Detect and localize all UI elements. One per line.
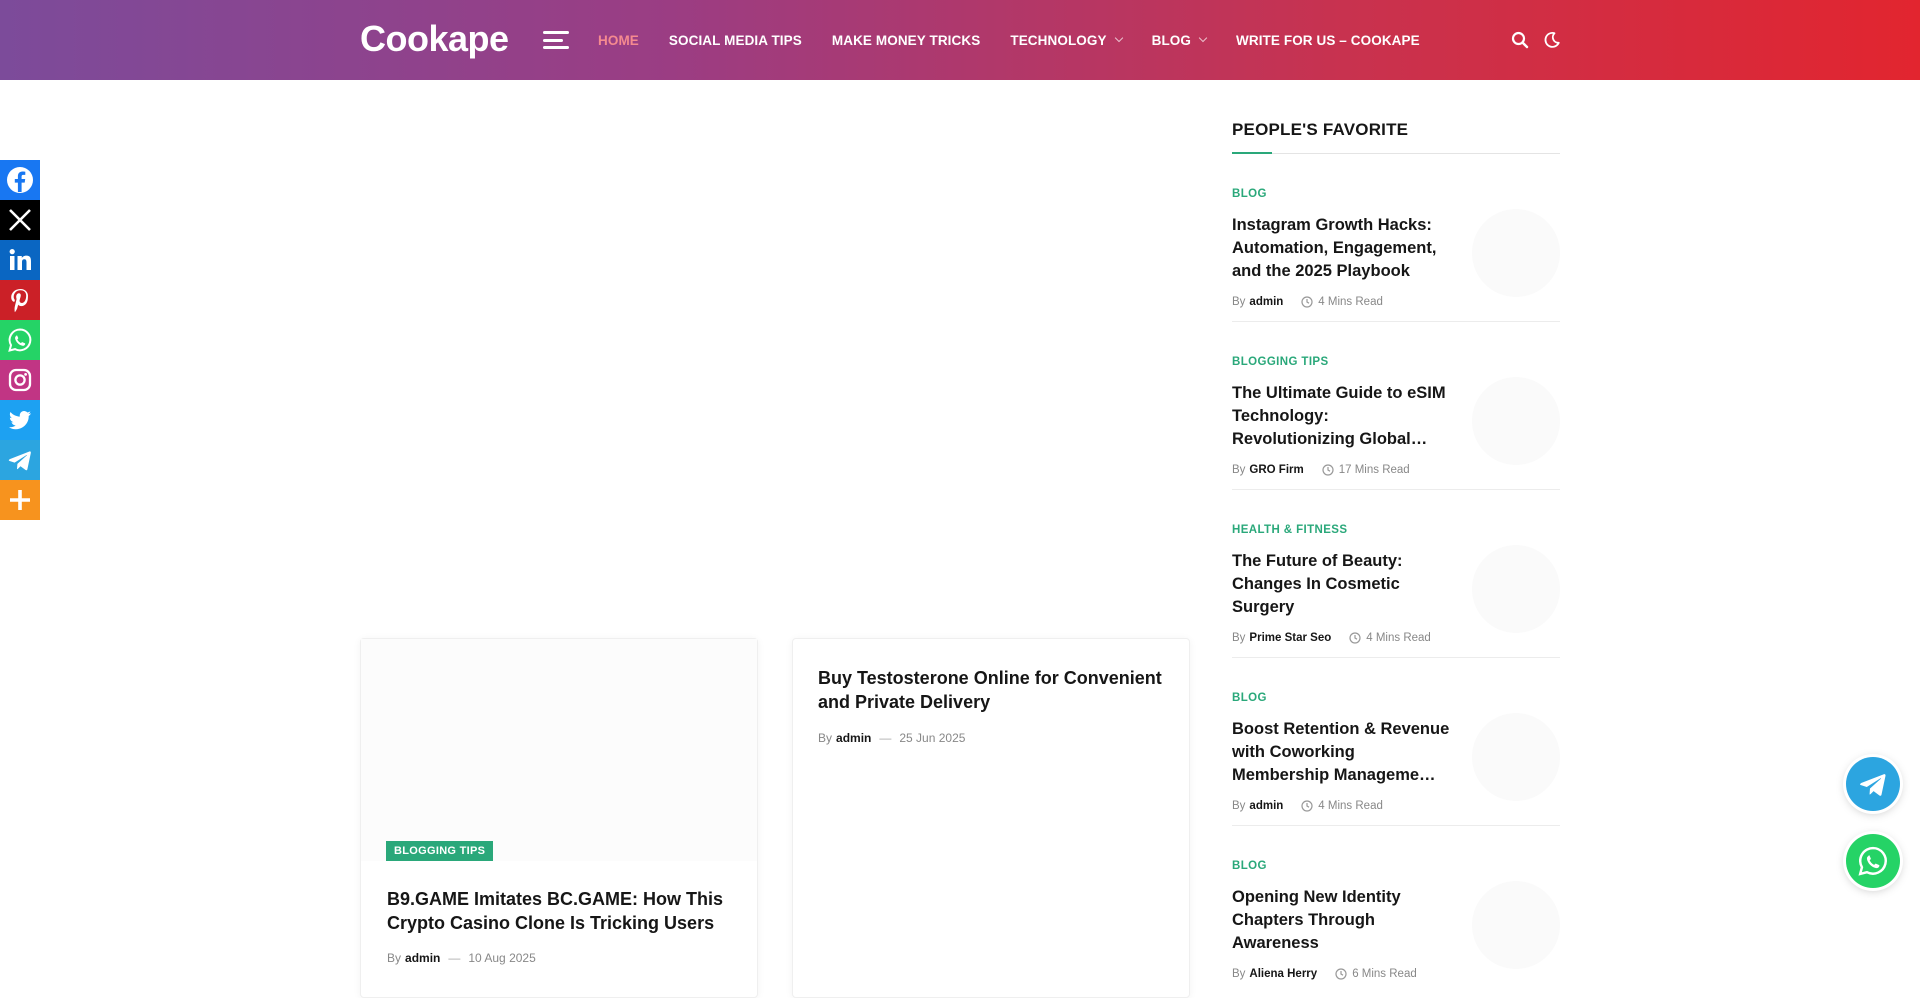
nav-blog[interactable]: BLOG: [1151, 32, 1208, 48]
post-author[interactable]: admin: [1249, 296, 1283, 308]
by-label: By: [818, 731, 833, 745]
clock-icon: [1301, 800, 1313, 812]
read-time: 4 Mins Read: [1318, 800, 1383, 812]
twitter-icon[interactable]: [0, 400, 40, 440]
post-category[interactable]: BLOG: [1232, 692, 1267, 704]
dark-mode-icon[interactable]: [1542, 30, 1562, 50]
site-logo[interactable]: Cookape: [360, 18, 509, 60]
nav-label: SOCIAL MEDIA TIPS: [668, 32, 802, 48]
site-header: Cookape HOME SOCIAL MEDIA TIPS MAKE MONE…: [0, 0, 1920, 80]
post-category[interactable]: BLOG: [1232, 860, 1267, 872]
post-thumbnail[interactable]: [1472, 545, 1560, 633]
post-thumbnail[interactable]: [1472, 209, 1560, 297]
nav-label: MAKE MONEY TRICKS: [831, 32, 981, 48]
by-label: By: [1232, 632, 1246, 644]
post-card[interactable]: Buy Testosterone Online for Convenient a…: [792, 638, 1190, 998]
post-meta: By GRO Firm 17 Mins Read: [1232, 464, 1410, 476]
clock-icon: [1349, 632, 1361, 644]
by-label: By: [1232, 296, 1246, 308]
post-title[interactable]: B9.GAME Imitates BC.GAME: How This Crypt…: [387, 887, 737, 935]
clock-icon: [1301, 296, 1313, 308]
post-title[interactable]: Buy Testosterone Online for Convenient a…: [818, 666, 1178, 714]
post-thumbnail[interactable]: [361, 639, 757, 861]
post-author[interactable]: admin: [405, 951, 440, 965]
post-category[interactable]: HEALTH & FITNESS: [1232, 524, 1347, 536]
telegram-float-button[interactable]: [1846, 757, 1900, 811]
nav-technology[interactable]: TECHNOLOGY: [1010, 32, 1123, 48]
post-title[interactable]: The Future of Beauty: Changes In Cosmeti…: [1232, 550, 1454, 619]
nav-label: BLOG: [1151, 32, 1192, 48]
by-label: By: [387, 951, 402, 965]
menu-icon[interactable]: [543, 31, 569, 49]
nav-social-media-tips[interactable]: SOCIAL MEDIA TIPS: [669, 33, 802, 48]
post-date: 25 Jun 2025: [899, 731, 966, 745]
whatsapp-icon[interactable]: [0, 320, 40, 360]
nav-home[interactable]: HOME: [598, 33, 639, 48]
linkedin-icon[interactable]: [0, 240, 40, 280]
read-time: 17 Mins Read: [1338, 464, 1410, 476]
post-title[interactable]: Instagram Growth Hacks: Automation, Enga…: [1232, 214, 1454, 283]
by-label: By: [1232, 464, 1246, 476]
meta-separator: —: [448, 951, 461, 965]
whatsapp-icon: [1858, 846, 1887, 876]
meta-separator: —: [879, 731, 892, 745]
post-date: 10 Aug 2025: [468, 951, 536, 965]
post-title[interactable]: Boost Retention & Revenue with Coworking…: [1232, 718, 1454, 787]
nav-label: TECHNOLOGY: [1010, 32, 1107, 48]
chevron-down-icon: [1198, 33, 1208, 43]
telegram-icon[interactable]: [0, 440, 40, 480]
post-meta: By admin 4 Mins Read: [1232, 296, 1383, 308]
post-meta: By Aliena Herry 6 Mins Read: [1232, 968, 1417, 980]
post-author[interactable]: admin: [1249, 800, 1283, 812]
post-thumbnail[interactable]: [1472, 713, 1560, 801]
by-label: By: [1232, 800, 1246, 812]
post-author[interactable]: Aliena Herry: [1249, 968, 1317, 980]
chevron-down-icon: [1114, 33, 1123, 43]
post-author[interactable]: Prime Star Seo: [1249, 632, 1331, 644]
x-icon[interactable]: [0, 200, 40, 240]
list-item: BLOG Opening New Identity Chapters Throu…: [1232, 826, 1560, 994]
list-item: BLOG Boost Retention & Revenue with Cowo…: [1232, 658, 1560, 826]
widget-title: PEOPLE'S FAVORITE: [1232, 120, 1560, 154]
list-item: HEALTH & FITNESS The Future of Beauty: C…: [1232, 490, 1560, 658]
list-item: BLOG Instagram Growth Hacks: Automation,…: [1232, 154, 1560, 322]
nav-label: WRITE FOR US – COOKAPE: [1236, 32, 1420, 48]
facebook-icon[interactable]: [0, 160, 40, 200]
post-card[interactable]: BLOGGING TIPS B9.GAME Imitates BC.GAME: …: [360, 638, 758, 998]
more-icon[interactable]: [0, 480, 40, 520]
list-item: BLOGGING TIPS The Ultimate Guide to eSIM…: [1232, 322, 1560, 490]
read-time: 4 Mins Read: [1366, 632, 1431, 644]
nav-make-money-tricks[interactable]: MAKE MONEY TRICKS: [832, 33, 980, 48]
clock-icon: [1322, 464, 1334, 476]
read-time: 6 Mins Read: [1352, 968, 1417, 980]
post-category[interactable]: BLOGGING TIPS: [1232, 356, 1329, 368]
post-category[interactable]: BLOG: [1232, 188, 1267, 200]
clock-icon: [1335, 968, 1347, 980]
post-meta: By admin — 25 Jun 2025: [818, 731, 965, 745]
post-title[interactable]: Opening New Identity Chapters Through Aw…: [1232, 886, 1454, 955]
nav-label: HOME: [598, 32, 639, 48]
nav-write-for-us[interactable]: WRITE FOR US – COOKAPE: [1236, 33, 1420, 48]
whatsapp-float-button[interactable]: [1846, 834, 1900, 888]
instagram-icon[interactable]: [0, 360, 40, 400]
by-label: By: [1232, 968, 1246, 980]
post-author[interactable]: GRO Firm: [1249, 464, 1303, 476]
post-meta: By admin — 10 Aug 2025: [387, 951, 536, 965]
post-meta: By Prime Star Seo 4 Mins Read: [1232, 632, 1431, 644]
post-title[interactable]: The Ultimate Guide to eSIM Technology: R…: [1232, 382, 1454, 451]
post-thumbnail[interactable]: [1472, 377, 1560, 465]
peoples-favorite-widget: PEOPLE'S FAVORITE BLOG Instagram Growth …: [1232, 120, 1560, 994]
main-nav: HOME SOCIAL MEDIA TIPS MAKE MONEY TRICKS…: [598, 0, 1450, 80]
pinterest-icon[interactable]: [0, 280, 40, 320]
telegram-icon: [1860, 774, 1886, 796]
search-icon[interactable]: [1510, 30, 1530, 50]
category-badge[interactable]: BLOGGING TIPS: [386, 841, 494, 861]
post-author[interactable]: admin: [836, 731, 871, 745]
post-thumbnail[interactable]: [1472, 881, 1560, 969]
social-share-bar: [0, 160, 40, 520]
read-time: 4 Mins Read: [1318, 296, 1383, 308]
post-meta: By admin 4 Mins Read: [1232, 800, 1383, 812]
